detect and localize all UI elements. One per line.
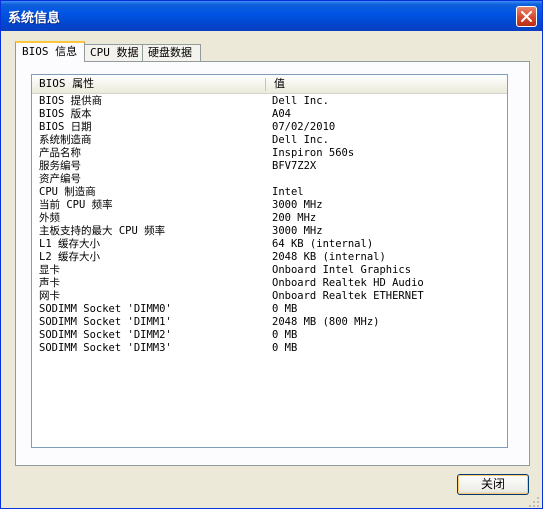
table-row[interactable]: 声卡 Onboard Realtek HD Audio <box>32 277 507 290</box>
property-cell: 系统制造商 <box>39 134 92 146</box>
table-row[interactable]: SODIMM Socket 'DIMM0' 0 MB <box>32 303 507 316</box>
property-cell: 声卡 <box>39 277 60 289</box>
value-cell: BFV7Z2X <box>272 160 317 172</box>
table-row[interactable]: SODIMM Socket 'DIMM3' 0 MB <box>32 342 507 355</box>
value-cell: Intel <box>272 186 304 198</box>
resize-grip-icon[interactable] <box>529 497 540 508</box>
property-cell: 服务编号 <box>39 160 81 172</box>
property-cell: 主板支持的最大 CPU 频率 <box>39 225 166 237</box>
property-cell: SODIMM Socket 'DIMM1' <box>39 316 172 328</box>
table-row[interactable]: BIOS 版本 A04 <box>32 108 507 121</box>
close-button[interactable]: 关闭 <box>457 474 529 495</box>
table-row[interactable]: 当前 CPU 频率 3000 MHz <box>32 199 507 212</box>
bios-info-list[interactable]: BIOS 属性 值 BIOS 提供商 Dell Inc. BIOS 版本 A04 BIO… <box>31 74 508 448</box>
table-row[interactable]: BIOS 日期 07/02/2010 <box>32 121 507 134</box>
table-row[interactable]: 显卡 Onboard Intel Graphics <box>32 264 507 277</box>
property-cell: 网卡 <box>39 290 60 302</box>
tab-label: BIOS 信息 <box>22 45 78 58</box>
property-cell: SODIMM Socket 'DIMM0' <box>39 303 172 315</box>
value-cell: Onboard Realtek ETHERNET <box>272 290 424 302</box>
table-row[interactable]: 服务编号 BFV7Z2X <box>32 160 507 173</box>
table-row[interactable]: SODIMM Socket 'DIMM1' 2048 MB (800 MHz) <box>32 316 507 329</box>
value-cell: Onboard Intel Graphics <box>272 264 412 276</box>
table-row[interactable]: SODIMM Socket 'DIMM2' 0 MB <box>32 329 507 342</box>
value-cell: 0 MB <box>272 303 298 315</box>
property-cell: 外频 <box>39 212 60 224</box>
window-close-button[interactable] <box>516 6 537 27</box>
column-header-property[interactable]: BIOS 属性 <box>32 75 265 93</box>
value-cell: Dell Inc. <box>272 134 329 146</box>
property-cell: BIOS 版本 <box>39 108 92 120</box>
property-cell: BIOS 提供商 <box>39 95 103 107</box>
value-cell: 64 KB (internal) <box>272 238 374 250</box>
table-row[interactable]: 外频 200 MHz <box>32 212 507 225</box>
value-cell: 3000 MHz <box>272 199 323 211</box>
property-cell: 当前 CPU 频率 <box>39 199 113 211</box>
table-row[interactable]: CPU 制造商 Intel <box>32 186 507 199</box>
property-cell: L1 缓存大小 <box>39 238 100 250</box>
property-cell: BIOS 日期 <box>39 121 92 133</box>
value-cell: Dell Inc. <box>272 95 329 107</box>
table-row[interactable]: 主板支持的最大 CPU 频率 3000 MHz <box>32 225 507 238</box>
tab-cpu-data[interactable]: CPU 数据 <box>84 44 143 61</box>
value-cell: Inspiron 560s <box>272 147 355 159</box>
column-divider[interactable] <box>265 78 266 91</box>
value-cell: 07/02/2010 <box>272 121 336 133</box>
table-row[interactable]: 产品名称 Inspiron 560s <box>32 147 507 160</box>
value-cell: 0 MB <box>272 342 298 354</box>
property-cell: SODIMM Socket 'DIMM3' <box>39 342 172 354</box>
window-title: 系统信息 <box>8 11 61 26</box>
list-header: BIOS 属性 值 <box>32 75 507 94</box>
property-cell: 显卡 <box>39 264 60 276</box>
system-info-window: 系统信息 BIOS 信息 CPU 数据 硬盘数据 BIOS 属性 值 BIOS … <box>0 0 543 509</box>
property-cell: SODIMM Socket 'DIMM2' <box>39 329 172 341</box>
table-row[interactable]: 网卡 Onboard Realtek ETHERNET <box>32 290 507 303</box>
column-header-value[interactable]: 值 <box>267 75 507 93</box>
tab-disk-data[interactable]: 硬盘数据 <box>142 44 201 61</box>
property-cell: L2 缓存大小 <box>39 251 100 263</box>
value-cell: A04 <box>272 108 291 120</box>
title-bar[interactable]: 系统信息 <box>1 1 542 31</box>
property-cell: 产品名称 <box>39 147 81 159</box>
table-row[interactable]: L1 缓存大小 64 KB (internal) <box>32 238 507 251</box>
value-cell: 0 MB <box>272 329 298 341</box>
tab-panel: BIOS 属性 值 BIOS 提供商 Dell Inc. BIOS 版本 A04 BIO… <box>15 61 530 466</box>
table-row[interactable]: BIOS 提供商 Dell Inc. <box>32 95 507 108</box>
tab-bios-info[interactable]: BIOS 信息 <box>15 41 85 62</box>
value-cell: 200 MHz <box>272 212 317 224</box>
tab-label: CPU 数据 <box>90 46 139 59</box>
table-row[interactable]: L2 缓存大小 2048 KB (internal) <box>32 251 507 264</box>
property-cell: 资产编号 <box>39 173 81 185</box>
table-row[interactable]: 系统制造商 Dell Inc. <box>32 134 507 147</box>
value-cell: 2048 KB (internal) <box>272 251 386 263</box>
value-cell: Onboard Realtek HD Audio <box>272 277 424 289</box>
property-cell: CPU 制造商 <box>39 186 96 198</box>
value-cell: 2048 MB (800 MHz) <box>272 316 380 328</box>
tab-label: 硬盘数据 <box>148 46 192 59</box>
close-icon <box>521 11 532 22</box>
table-row[interactable]: 资产编号 <box>32 173 507 186</box>
value-cell: 3000 MHz <box>272 225 323 237</box>
